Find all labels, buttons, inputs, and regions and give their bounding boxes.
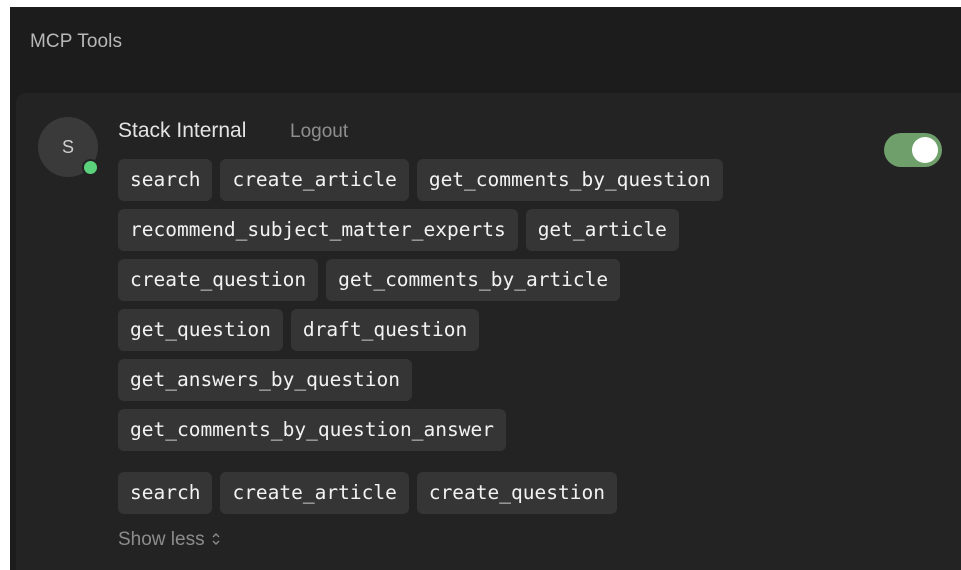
chevron-updown-icon bbox=[211, 532, 221, 549]
tool-tag[interactable]: draft_question bbox=[290, 309, 480, 351]
selected-tool-tag[interactable]: create_question bbox=[416, 472, 617, 514]
tool-row: get_question draft_question bbox=[118, 309, 838, 351]
selected-tool-list: search create_article create_question bbox=[118, 472, 838, 522]
tool-tag[interactable]: recommend_subject_matter_experts bbox=[118, 209, 518, 251]
tool-tag[interactable]: get_answers_by_question bbox=[118, 359, 413, 401]
selected-tool-tag[interactable]: create_article bbox=[220, 472, 409, 514]
tool-tag[interactable]: get_article bbox=[525, 209, 679, 251]
tool-tag[interactable]: get_comments_by_article bbox=[326, 259, 621, 301]
tool-tag[interactable]: get_comments_by_question_answer bbox=[118, 409, 506, 451]
logout-link[interactable]: Logout bbox=[290, 121, 348, 143]
toggle-knob bbox=[912, 137, 938, 163]
tool-list: search create_article get_comments_by_qu… bbox=[118, 159, 838, 459]
tool-tag[interactable]: search bbox=[118, 159, 213, 201]
server-name: Stack Internal bbox=[118, 119, 247, 142]
show-less-button[interactable]: Show less bbox=[118, 529, 221, 551]
tool-tag[interactable]: get_comments_by_question bbox=[416, 159, 723, 201]
section-title: MCP Tools bbox=[30, 31, 123, 52]
show-less-label: Show less bbox=[118, 529, 205, 550]
server-enabled-toggle[interactable] bbox=[884, 133, 942, 167]
tool-tag[interactable]: create_article bbox=[220, 159, 409, 201]
mcp-tools-panel: MCP Tools S Stack Internal Logout search… bbox=[10, 7, 961, 570]
online-status-dot-icon bbox=[82, 159, 99, 176]
tool-row: get_comments_by_question_answer bbox=[118, 409, 838, 451]
tool-tag[interactable]: get_question bbox=[118, 309, 283, 351]
tool-row: create_question get_comments_by_article bbox=[118, 259, 838, 301]
tool-row: get_answers_by_question bbox=[118, 359, 838, 401]
tool-row: search create_article get_comments_by_qu… bbox=[118, 159, 838, 201]
avatar-letter: S bbox=[61, 136, 74, 157]
tool-row: search create_article create_question bbox=[118, 472, 838, 514]
tool-row: recommend_subject_matter_experts get_art… bbox=[118, 209, 838, 251]
tool-tag[interactable]: create_question bbox=[118, 259, 319, 301]
selected-tool-tag[interactable]: search bbox=[118, 472, 213, 514]
